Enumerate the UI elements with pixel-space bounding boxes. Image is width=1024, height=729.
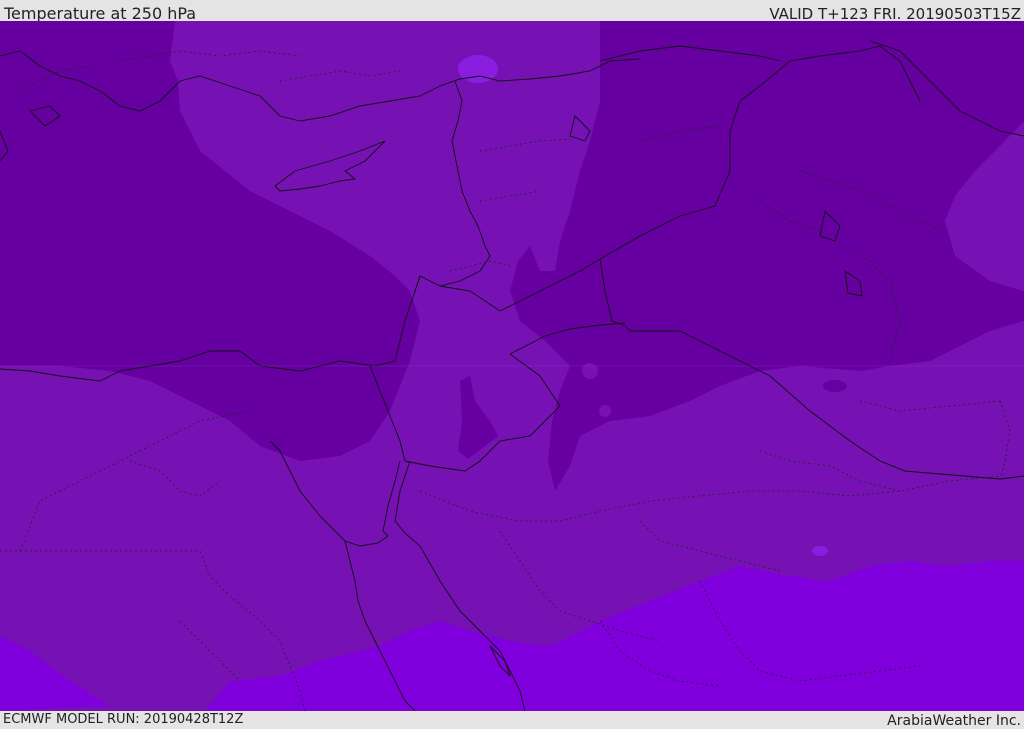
- temperature-blob-cold: [823, 380, 847, 392]
- map-header: Temperature at 250 hPa VALID T+123 FRI. …: [0, 0, 1024, 23]
- temperature-map: [0, 21, 1024, 711]
- model-run-label: ECMWF MODEL RUN: 20190428T12Z: [3, 712, 244, 727]
- temperature-blob-warm: [582, 363, 598, 379]
- temperature-blob-warm: [599, 405, 611, 417]
- brand-label: ArabiaWeather Inc.: [887, 713, 1021, 729]
- map-footer: ECMWF MODEL RUN: 20190428T12Z ArabiaWeat…: [0, 711, 1024, 729]
- temperature-blob-warm: [812, 546, 828, 556]
